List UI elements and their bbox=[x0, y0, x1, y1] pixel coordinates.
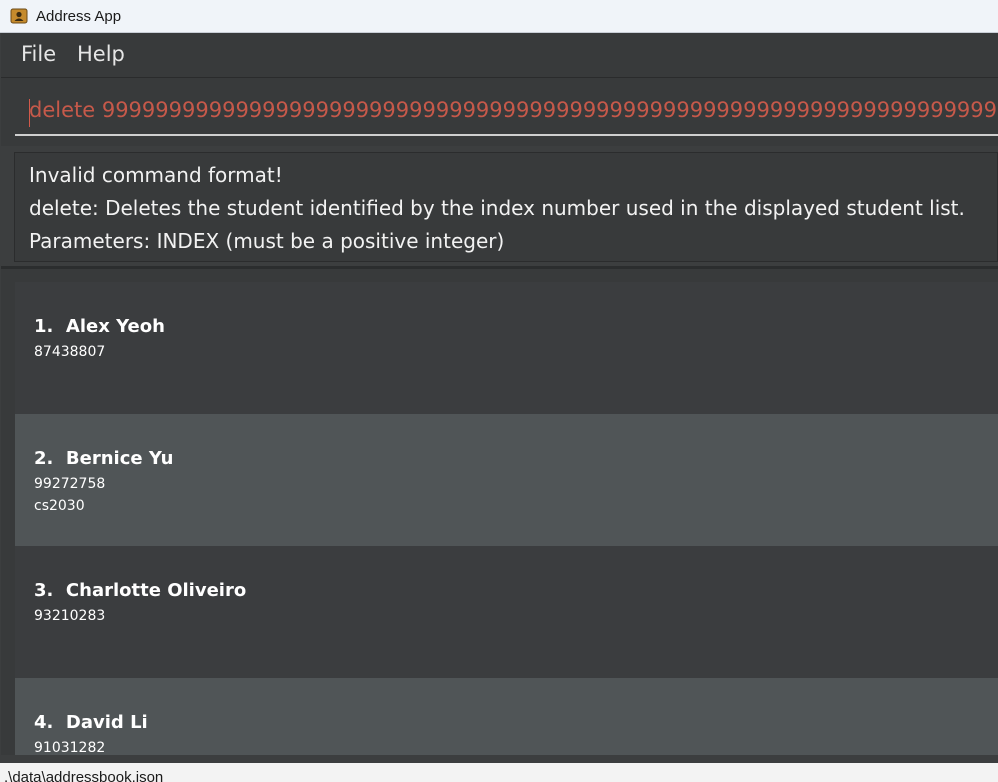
result-display: Invalid command format! delete: Deletes … bbox=[14, 152, 998, 262]
student-name-text: David Li bbox=[65, 712, 148, 733]
window-title: Address App bbox=[36, 7, 122, 25]
student-phone: 99272758 bbox=[34, 476, 106, 492]
student-index: 1. bbox=[34, 316, 54, 337]
student-card[interactable]: 2. Bernice Yu 99272758 cs2030 bbox=[15, 414, 998, 546]
student-card[interactable]: 3. Charlotte Oliveiro 93210283 bbox=[15, 546, 998, 678]
text-caret bbox=[29, 99, 30, 127]
student-name: 2. Bernice Yu bbox=[34, 448, 173, 469]
student-name: 4. David Li bbox=[34, 712, 148, 733]
student-index: 4. bbox=[34, 712, 54, 733]
student-index: 3. bbox=[34, 580, 54, 601]
student-name-text: Alex Yeoh bbox=[65, 316, 165, 337]
student-tag: cs2030 bbox=[34, 498, 85, 514]
student-name-text: Bernice Yu bbox=[65, 448, 174, 469]
student-card[interactable]: 4. David Li 91031282 bbox=[15, 678, 998, 755]
command-box-area: delete 999999999999999999999999999999999… bbox=[1, 78, 998, 146]
student-phone: 91031282 bbox=[34, 740, 106, 755]
menu-help[interactable]: Help bbox=[77, 42, 125, 66]
student-index: 2. bbox=[34, 448, 54, 469]
command-input-text: delete 999999999999999999999999999999999… bbox=[29, 98, 998, 122]
window-title-bar: Address App bbox=[0, 0, 998, 33]
student-phone: 87438807 bbox=[34, 344, 106, 360]
student-name: 3. Charlotte Oliveiro bbox=[34, 580, 246, 601]
result-line-2: delete: Deletes the student identified b… bbox=[29, 196, 965, 220]
student-phone: 93210283 bbox=[34, 608, 106, 624]
menu-file[interactable]: File bbox=[21, 42, 56, 66]
student-name: 1. Alex Yeoh bbox=[34, 316, 165, 337]
status-bar: .\data\addressbook.json bbox=[0, 763, 998, 782]
address-book-icon bbox=[10, 7, 28, 25]
status-file-path: .\data\addressbook.json bbox=[4, 769, 164, 782]
command-input[interactable]: delete 999999999999999999999999999999999… bbox=[15, 88, 998, 136]
menu-bar: File Help bbox=[1, 33, 998, 78]
student-name-text: Charlotte Oliveiro bbox=[65, 580, 247, 601]
result-line-3: Parameters: INDEX (must be a positive in… bbox=[29, 229, 505, 253]
result-line-1: Invalid command format! bbox=[29, 163, 283, 187]
student-list-panel[interactable]: 1. Alex Yeoh 87438807 2. Bernice Yu 9927… bbox=[1, 269, 998, 755]
student-card[interactable]: 1. Alex Yeoh 87438807 bbox=[15, 282, 998, 414]
